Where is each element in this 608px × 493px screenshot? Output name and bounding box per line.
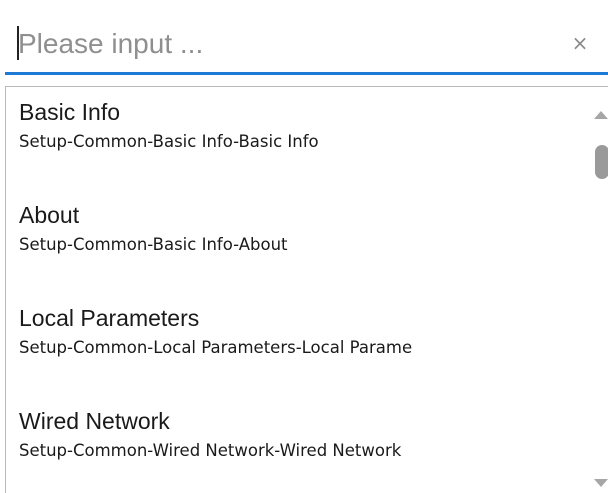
search-bar: × <box>0 0 608 72</box>
list-item-title: About <box>19 202 80 228</box>
list-item[interactable]: About Setup-Common-Basic Info-About <box>6 190 591 290</box>
list-item-path: Setup-Common-Local Parameters-Local Para… <box>19 338 413 357</box>
vertical-scrollbar[interactable] <box>591 87 608 493</box>
results-list: Basic Info Setup-Common-Basic Info-Basic… <box>6 87 591 493</box>
input-focus-underline <box>5 72 608 75</box>
scroll-down-arrow-icon[interactable] <box>594 479 608 487</box>
list-item-path: Setup-Common-Basic Info-About <box>19 235 288 254</box>
list-item-title: Basic Info <box>19 99 120 125</box>
list-item[interactable]: Local Parameters Setup-Common-Local Para… <box>6 293 591 393</box>
results-dropdown: Basic Info Setup-Common-Basic Info-Basic… <box>5 86 608 493</box>
list-item-path: Setup-Common-Basic Info-Basic Info <box>19 132 319 151</box>
scroll-up-arrow-icon[interactable] <box>594 111 608 119</box>
list-item[interactable]: Basic Info Setup-Common-Basic Info-Basic… <box>6 87 591 187</box>
list-item-path: Setup-Common-Wired Network-Wired Network <box>19 441 402 460</box>
list-item-title: Local Parameters <box>19 305 200 331</box>
scroll-thumb[interactable] <box>595 145 608 179</box>
close-icon[interactable]: × <box>568 28 592 58</box>
search-widget: × Basic Info Setup-Common-Basic Info-Bas… <box>0 0 608 493</box>
text-caret <box>17 26 19 60</box>
search-input[interactable] <box>18 22 538 66</box>
list-item[interactable]: Wired Network Setup-Common-Wired Network… <box>6 396 591 493</box>
list-item-title: Wired Network <box>19 408 170 434</box>
